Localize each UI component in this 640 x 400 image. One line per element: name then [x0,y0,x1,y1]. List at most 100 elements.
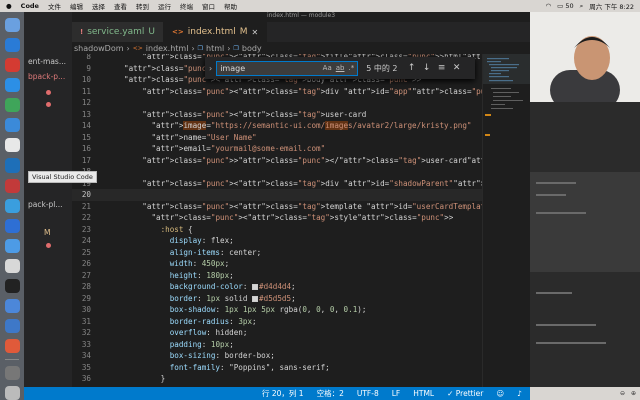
code-line[interactable]: 13 "attr">class="punc"><"attr">class="ta… [72,109,482,121]
cloud-icon[interactable] [4,238,20,253]
downloads-icon[interactable] [4,366,20,381]
menu-run[interactable]: 运行 [158,1,171,11]
match-case-toggle[interactable]: Aa [323,64,332,72]
select-lines-icon[interactable]: ≡ [436,63,447,73]
app-icon-3[interactable] [4,339,20,354]
menu-view[interactable]: 查看 [114,1,127,11]
code-line[interactable]: 14 "attr">image="https://semantic-ui.com… [72,120,482,132]
code-text: width: 450px; [169,259,230,268]
explorer-item[interactable]: bpack-p... [28,72,65,81]
code-line[interactable]: 33 padding: 10px; [72,339,482,351]
zoom-control-icon[interactable]: ⊕ [631,390,636,397]
wechat-icon[interactable] [4,98,20,113]
netease-music-icon[interactable] [4,178,20,193]
calendar-icon[interactable] [4,58,20,73]
feedback-icon[interactable]: ☺ [496,389,504,398]
breadcrumb-html[interactable]: html [206,44,224,53]
code-line[interactable]: 16 "attr">email="yourmail@some-email.com… [72,143,482,155]
code-line[interactable]: 25 align-items: center; [72,247,482,259]
explorer-item[interactable]: ent-mas... [28,57,66,66]
code-line[interactable]: 29 border: 1px solid #d5d5d5; [72,293,482,305]
indentation[interactable]: 空格：2 [317,388,344,399]
xcode-icon[interactable] [4,298,20,313]
menu-selection[interactable]: 选择 [92,1,105,11]
code-line[interactable]: 27 height: 180px; [72,270,482,282]
trash-icon[interactable] [4,386,20,400]
bell-icon[interactable]: ♪ [517,389,522,398]
language-mode[interactable]: HTML [413,389,434,398]
battery-indicator[interactable]: ▭ 50 [557,2,574,10]
code-line[interactable]: 11 "attr">class="punc"><"attr">class="ta… [72,86,482,98]
code-line[interactable]: 17 "attr">class="punc">>"attr">class="pu… [72,155,482,167]
line-number: 23 [81,224,91,234]
tab-service-yaml[interactable]: ! service.yaml U [72,22,165,42]
launchpad-icon[interactable] [4,18,20,33]
line-ending[interactable]: LF [392,389,401,398]
close-icon[interactable]: ✕ [252,28,259,37]
code-line[interactable]: 22 "attr">class="punc"><"attr">class="ta… [72,212,482,224]
code-text: height: 180px; [169,270,234,280]
menu-goto[interactable]: 转到 [136,1,149,11]
apple-icon[interactable]: ● [6,2,12,10]
clock[interactable]: 周六 下午 8:22 [589,1,634,11]
minimap[interactable] [482,54,531,387]
mail-icon[interactable] [4,78,20,93]
code-line[interactable]: 18 [72,166,482,178]
encoding[interactable]: UTF-8 [357,389,379,398]
menu-help[interactable]: 帮助 [224,1,237,11]
code-line[interactable]: 12 [72,97,482,109]
breadcrumb-folder[interactable]: shadowDom [74,44,124,53]
code-line[interactable]: 19 "attr">class="punc"><"attr">class="ta… [72,178,482,190]
code-line[interactable]: 32 overflow: hidden; [72,327,482,339]
app-icon[interactable] [4,218,20,233]
chrome-icon[interactable] [4,138,20,153]
code-line[interactable]: 31 border-radius: 3px; [72,316,482,328]
chevron-right-icon[interactable]: › [209,64,212,73]
zoom-control-icon[interactable]: ⊖ [620,390,625,397]
vscode-icon[interactable] [4,158,20,173]
explorer-item[interactable]: pack-pl... [28,200,63,209]
close-icon[interactable]: ✕ [451,63,462,73]
tab-index-html[interactable]: <> index.html M ✕ [164,22,268,42]
app-icon-2[interactable] [4,318,20,333]
code-text: "attr">class="punc"><"attr">class="tag">… [151,213,454,222]
code-line[interactable]: 36 } [72,373,482,385]
cursor-position[interactable]: 行 20，列 1 [262,388,304,399]
arrow-down-icon[interactable]: ↓ [421,63,432,73]
menu-terminal[interactable]: 终端 [180,1,193,11]
arrow-up-icon[interactable]: ↑ [406,63,417,73]
code-text: } [124,374,166,383]
tab-bar: ! service.yaml U <> index.html M ✕ [72,22,530,42]
terminal-icon[interactable] [4,278,20,293]
menu-edit[interactable]: 编辑 [70,1,83,11]
code-line[interactable]: 35 font-family: "Poppins", sans-serif; [72,362,482,374]
whole-word-toggle[interactable]: ab [336,64,345,72]
browser-icon[interactable] [4,198,20,213]
code-line[interactable]: 15 "attr">name="User Name" [72,132,482,144]
code-editor[interactable]: 8 "attr">class="punc"><"attr">class="tag… [72,54,482,387]
regex-toggle[interactable]: .* [348,64,354,72]
code-text: border: 1px solid #d5d5d5; [169,293,296,303]
code-line[interactable]: 21 "attr">class="punc"><"attr">class="ta… [72,201,482,213]
menu-file[interactable]: 文件 [48,1,61,11]
line-number: 15 [81,132,91,142]
code-line[interactable]: 26 width: 450px; [72,258,482,270]
finder-icon[interactable] [4,38,20,53]
code-line[interactable]: 23 :host { [72,224,482,236]
code-line[interactable]: 28 background-color: #d4d4d4; [72,281,482,293]
wifi-icon[interactable]: ◠ [545,2,551,10]
find-input[interactable]: image Aa ab .* [216,60,359,76]
code-line[interactable]: 24 display: flex; [72,235,482,247]
code-line[interactable]: 34 box-sizing: border-box; [72,350,482,362]
menu-app-name[interactable]: Code [21,2,39,10]
code-line[interactable]: 20 [72,189,482,201]
breadcrumb-body[interactable]: body [242,44,262,53]
search-icon[interactable]: ⌕ [580,2,584,11]
app-store-icon[interactable] [4,258,20,273]
chat-icon[interactable] [4,118,20,133]
prettier-status[interactable]: ✓ Prettier [447,389,483,398]
breadcrumb-file[interactable]: index.html [146,44,189,53]
code-line[interactable]: 30 box-shadow: 1px 1px 5px rgba(0, 0, 0,… [72,304,482,316]
menu-window[interactable]: 窗口 [202,1,215,11]
status-dot [46,90,51,95]
